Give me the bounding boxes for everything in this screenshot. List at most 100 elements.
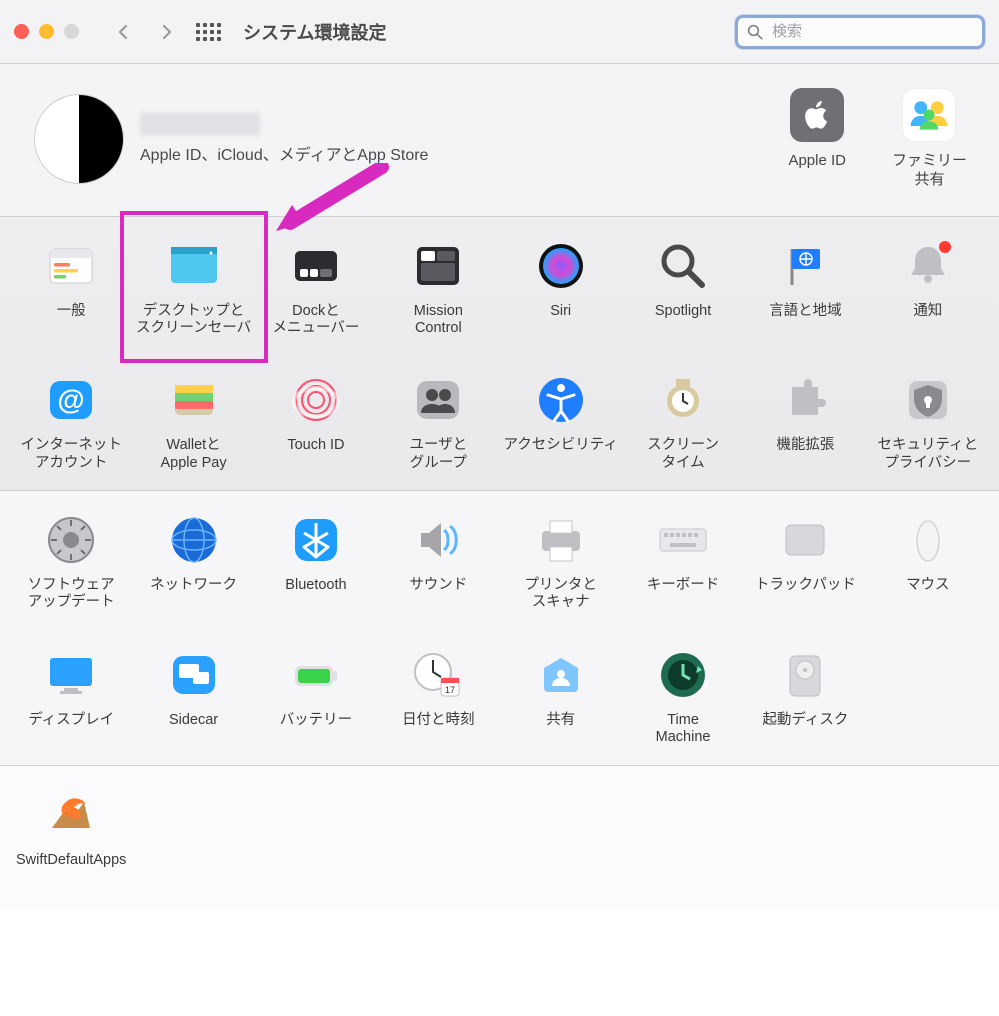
pref-mission-control[interactable]: Mission Control: [377, 239, 499, 338]
forward-button[interactable]: [151, 17, 181, 47]
language-region-icon: [778, 239, 832, 293]
pref-displays[interactable]: ディスプレイ: [10, 648, 132, 747]
back-button[interactable]: [109, 17, 139, 47]
users-groups-icon: [411, 373, 465, 427]
sound-icon: [411, 513, 465, 567]
search-field[interactable]: [735, 15, 985, 49]
pref-dock-menubar[interactable]: Dockと メニューバー: [255, 239, 377, 338]
network-icon: [167, 513, 221, 567]
fullscreen-window-button[interactable]: [64, 24, 79, 39]
pref-time-machine[interactable]: Time Machine: [622, 648, 744, 747]
family-sharing-label: ファミリー 共有: [892, 152, 967, 190]
pref-keyboard[interactable]: キーボード: [622, 513, 744, 612]
pref-label: 通知: [913, 303, 942, 321]
pref-label: 共有: [546, 712, 575, 730]
pref-sidecar[interactable]: Sidecar: [132, 648, 254, 747]
pref-touchid[interactable]: Touch ID: [255, 373, 377, 472]
security-icon: [901, 373, 955, 427]
internet-accounts-icon: @: [44, 373, 98, 427]
pref-siri[interactable]: Siri: [500, 239, 622, 338]
bluetooth-icon: [289, 513, 343, 567]
pref-label: バッテリー: [280, 712, 353, 730]
pref-security-privacy[interactable]: セキュリティと プライバシー: [867, 373, 989, 472]
pref-label: Bluetooth: [285, 577, 346, 595]
window-traffic-lights: [14, 24, 79, 39]
pref-accessibility[interactable]: アクセシビリティ: [500, 373, 622, 472]
extensions-icon: [778, 373, 832, 427]
chevron-left-icon: [116, 24, 132, 40]
pref-label: 日付と時刻: [402, 712, 475, 730]
pref-notifications[interactable]: 通知: [867, 239, 989, 338]
pref-internet-accounts[interactable]: @ インターネット アカウント: [10, 373, 132, 472]
pref-section-personal: 一般 デスクトップと スクリーンセーバ Dockと メニューバー Mission…: [0, 217, 999, 492]
search-icon: [746, 23, 764, 41]
apple-id-button[interactable]: Apple ID: [788, 88, 846, 190]
notification-badge: [939, 241, 951, 253]
printer-icon: [534, 513, 588, 567]
pref-spotlight[interactable]: Spotlight: [622, 239, 744, 338]
pref-label: Sidecar: [169, 712, 218, 730]
pref-battery[interactable]: バッテリー: [255, 648, 377, 747]
pref-users-groups[interactable]: ユーザと グループ: [377, 373, 499, 472]
pref-mouse[interactable]: マウス: [867, 513, 989, 612]
pref-label: インターネット アカウント: [20, 437, 122, 472]
pref-label: Mission Control: [414, 303, 463, 338]
svg-text:17: 17: [445, 685, 455, 695]
pref-trackpad[interactable]: トラックパッド: [744, 513, 866, 612]
pref-date-time[interactable]: 17 日付と時刻: [377, 648, 499, 747]
date-time-icon: 17: [411, 648, 465, 702]
show-all-button[interactable]: [193, 17, 223, 47]
pref-label: マウス: [906, 577, 950, 595]
spotlight-icon: [656, 239, 710, 293]
pref-screentime[interactable]: スクリーン タイム: [622, 373, 744, 472]
family-sharing-button[interactable]: ファミリー 共有: [892, 88, 967, 190]
pref-label: ソフトウェア アップデート: [28, 577, 115, 612]
display-icon: [44, 648, 98, 702]
window-title: システム環境設定: [243, 19, 386, 45]
user-avatar[interactable]: [34, 94, 124, 184]
pref-label: Dockと メニューバー: [273, 303, 360, 338]
sharing-icon: [534, 648, 588, 702]
touchid-icon: [289, 373, 343, 427]
pref-label: アクセシビリティ: [503, 437, 617, 455]
pref-label: Spotlight: [655, 303, 711, 321]
pref-section-thirdparty: SwiftDefaultApps: [0, 766, 999, 910]
pref-label: SwiftDefaultApps: [16, 852, 126, 870]
sidecar-icon: [167, 648, 221, 702]
pref-label: プリンタと スキャナ: [524, 577, 597, 612]
pref-label: スクリーン タイム: [647, 437, 719, 472]
pref-software-update[interactable]: ソフトウェア アップデート: [10, 513, 132, 612]
siri-icon: [534, 239, 588, 293]
swiftdefaultapps-icon: [44, 788, 98, 842]
accessibility-icon: [534, 373, 588, 427]
pref-bluetooth[interactable]: Bluetooth: [255, 513, 377, 612]
pref-wallet-applepay[interactable]: Walletと Apple Pay: [132, 373, 254, 472]
software-update-icon: [44, 513, 98, 567]
pref-label: トラックパッド: [755, 577, 856, 595]
minimize-window-button[interactable]: [39, 24, 54, 39]
apple-logo-icon: [790, 88, 844, 142]
pref-sound[interactable]: サウンド: [377, 513, 499, 612]
pref-label: デスクトップと スクリーンセーバ: [136, 303, 251, 338]
wallet-icon: [167, 373, 221, 427]
pref-startup-disk[interactable]: 起動ディスク: [744, 648, 866, 747]
pref-swiftdefaultapps[interactable]: SwiftDefaultApps: [10, 788, 132, 870]
pref-general[interactable]: 一般: [10, 239, 132, 338]
pref-label: 言語と地域: [769, 303, 842, 321]
pref-label: ディスプレイ: [28, 712, 114, 730]
pref-label: Touch ID: [287, 437, 344, 455]
pref-label: Siri: [550, 303, 571, 321]
pref-printers-scanners[interactable]: プリンタと スキャナ: [500, 513, 622, 612]
pref-language-region[interactable]: 言語と地域: [744, 239, 866, 338]
pref-extensions[interactable]: 機能拡張: [744, 373, 866, 472]
apple-id-label: Apple ID: [788, 152, 846, 171]
pref-section-hardware: ソフトウェア アップデート ネットワーク Bluetooth サウンド プリンタ…: [0, 491, 999, 766]
keyboard-icon: [656, 513, 710, 567]
search-input[interactable]: [770, 22, 974, 41]
pref-label: セキュリティと プライバシー: [877, 437, 978, 472]
desktop-icon: [167, 239, 221, 293]
pref-network[interactable]: ネットワーク: [132, 513, 254, 612]
close-window-button[interactable]: [14, 24, 29, 39]
pref-sharing[interactable]: 共有: [500, 648, 622, 747]
pref-desktop-screensaver[interactable]: デスクトップと スクリーンセーバ: [132, 239, 254, 338]
